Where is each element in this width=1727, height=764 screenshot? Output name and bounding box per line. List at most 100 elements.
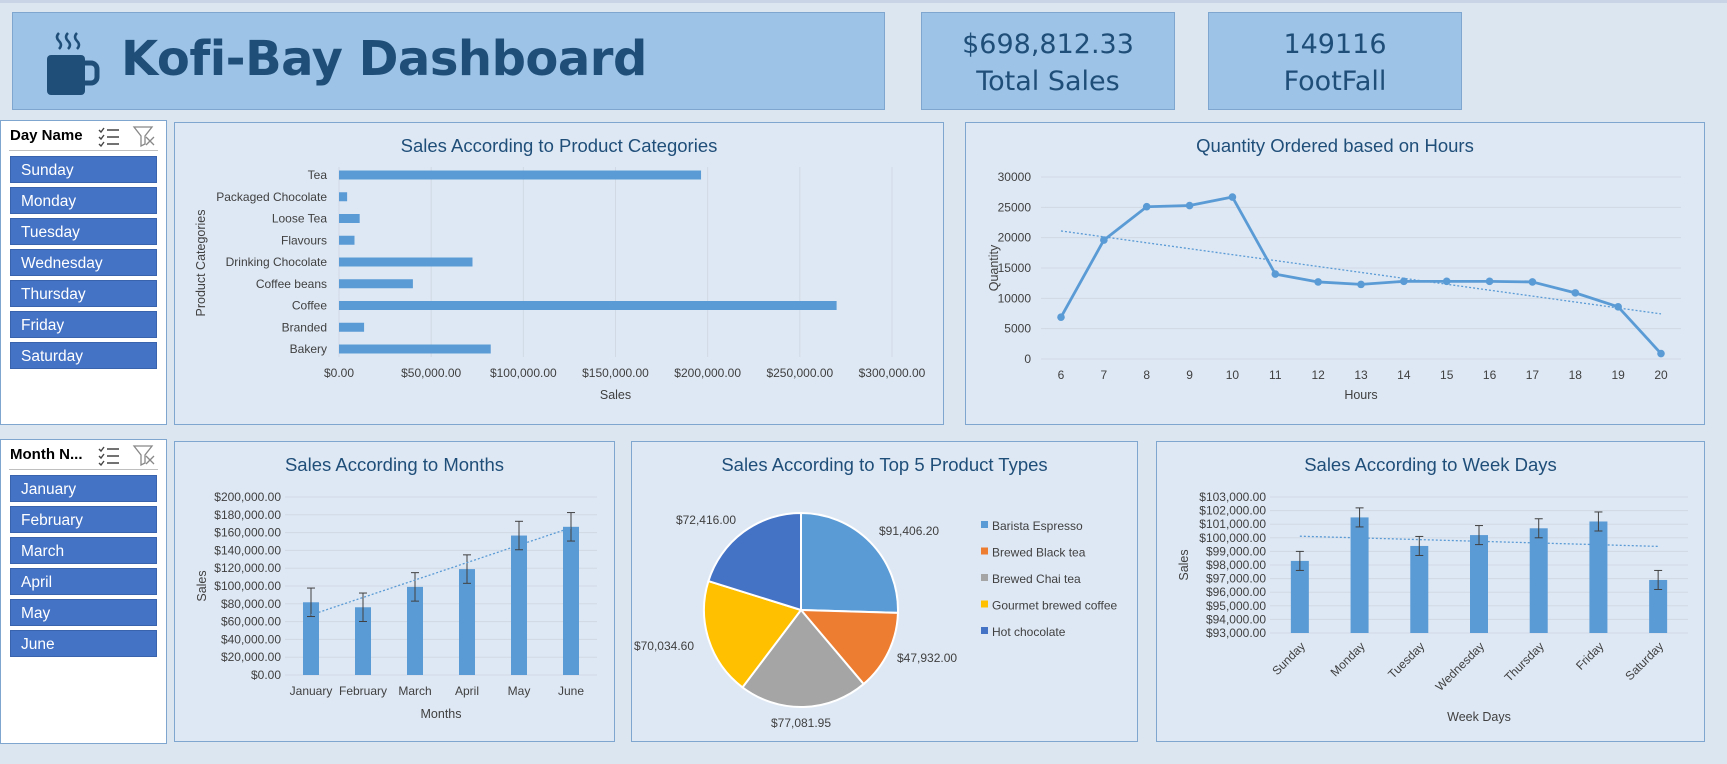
- product-categories-chart: $0.00 $50,000.00 $100,000.00 $150,000.00 $20…: [194, 167, 926, 402]
- y-tick-label: $100,000.00: [214, 579, 281, 593]
- clear-filter-icon[interactable]: [132, 444, 156, 466]
- y-tick-label: Drinking Chocolate: [226, 255, 328, 269]
- top-gridline: [0, 0, 1727, 3]
- clear-filter-icon[interactable]: [132, 125, 156, 147]
- x-axis-label: Hours: [1344, 388, 1377, 402]
- y-tick-label: $200,000.00: [214, 490, 281, 504]
- data-label: $47,932.00: [897, 651, 957, 665]
- bar-coffee-beans: [339, 279, 413, 289]
- kpi-total-sales-label: Total Sales: [976, 66, 1120, 97]
- month-slicer-divider: [9, 469, 158, 470]
- bar-thursday: [1529, 528, 1548, 633]
- x-tick-label: March: [398, 684, 431, 698]
- y-tick-label: $93,000.00: [1206, 626, 1266, 640]
- x-tick-label: 8: [1143, 368, 1150, 382]
- slicer-item-april[interactable]: April: [10, 568, 157, 595]
- bar-monday: [1350, 517, 1369, 633]
- bar-wednesday: [1470, 535, 1488, 633]
- slicer-item-january[interactable]: January: [10, 475, 157, 502]
- slicer-item-february[interactable]: February: [10, 506, 157, 533]
- x-tick-label: Sunday: [1269, 639, 1308, 678]
- slicer-item-sunday[interactable]: Sunday: [10, 156, 157, 183]
- kpi-footfall: 149116 FootFall: [1208, 12, 1462, 110]
- data-point: [1657, 349, 1665, 358]
- y-tick-label: $103,000.00: [1199, 490, 1266, 504]
- x-tick-label: 13: [1354, 368, 1368, 382]
- day-slicer-divider: [9, 150, 158, 151]
- data-label: $91,406.20: [879, 524, 939, 538]
- bar-tuesday: [1410, 545, 1429, 633]
- data-point: [1357, 280, 1365, 289]
- data-point: [1571, 289, 1580, 297]
- x-tick-label: April: [455, 684, 479, 698]
- legend-swatch: [981, 521, 988, 528]
- y-tick-label: Tea: [308, 168, 328, 182]
- slicer-item-thursday[interactable]: Thursday: [10, 280, 157, 307]
- y-tick-label: 10000: [998, 291, 1032, 305]
- y-tick-label: $120,000.00: [214, 561, 281, 575]
- y-tick-label: $97,000.00: [1206, 572, 1266, 586]
- x-tick-label: $0.00: [324, 366, 354, 380]
- kpi-footfall-value: 149116: [1283, 29, 1387, 60]
- trendline: [310, 527, 572, 616]
- bar-april: [459, 569, 475, 675]
- x-tick-label: January: [290, 684, 333, 698]
- x-tick-label: $50,000.00: [401, 366, 461, 380]
- slicer-item-friday[interactable]: Friday: [10, 311, 157, 338]
- data-point: [1057, 313, 1065, 321]
- y-tick-label: 20000: [998, 231, 1032, 245]
- y-tick-label: 0: [1024, 352, 1031, 366]
- slicer-item-may[interactable]: May: [10, 599, 157, 626]
- legend-entry: Gourmet brewed coffee: [992, 599, 1118, 613]
- bar-may: [511, 535, 527, 675]
- months-sales-chart-panel: Sales According to Months $0.00 $20,000.0…: [174, 441, 615, 742]
- bar-sunday: [1290, 560, 1309, 633]
- x-tick-label: May: [508, 684, 531, 698]
- bar-loose-tea: [339, 214, 360, 223]
- x-tick-label: February: [339, 684, 387, 698]
- weekdays-sales-chart-panel: Sales According to Week Days $93,000.00 $…: [1156, 441, 1705, 742]
- top-product-types-chart: $91,406.20 $47,932.00 $77,081.95 $70,034.60…: [634, 511, 1118, 730]
- y-tick-label: $60,000.00: [221, 615, 281, 629]
- multi-select-icon[interactable]: [97, 444, 121, 466]
- x-axis-label: Sales: [600, 388, 631, 402]
- data-point: [1142, 202, 1151, 211]
- day-slicer-title: Day Name: [10, 127, 83, 144]
- data-point: [1614, 303, 1622, 311]
- y-tick-label: $95,000.00: [1206, 599, 1266, 613]
- x-tick-label: Thursday: [1502, 639, 1547, 684]
- x-tick-label: 9: [1186, 368, 1193, 382]
- slicer-item-wednesday[interactable]: Wednesday: [10, 249, 157, 276]
- x-axis-label: Week Days: [1447, 710, 1511, 724]
- y-tick-label: $0.00: [251, 668, 281, 682]
- data-point: [1185, 201, 1194, 210]
- y-tick-label: $80,000.00: [221, 597, 281, 611]
- slicer-item-monday[interactable]: Monday: [10, 187, 157, 214]
- multi-select-icon[interactable]: [97, 125, 121, 147]
- y-tick-label: Bakery: [290, 342, 327, 356]
- x-tick-label: 12: [1311, 368, 1325, 382]
- x-tick-label: 6: [1058, 368, 1065, 382]
- x-tick-label: 7: [1101, 368, 1108, 382]
- x-tick-label: June: [558, 684, 584, 698]
- slicer-item-march[interactable]: March: [10, 537, 157, 564]
- x-tick-label: 10: [1226, 368, 1240, 382]
- bar-packaged-chocolate: [339, 192, 348, 202]
- slicer-item-saturday[interactable]: Saturday: [10, 342, 157, 369]
- y-tick-label: Packaged Chocolate: [216, 190, 327, 204]
- x-tick-label: 11: [1269, 368, 1282, 382]
- legend-entry: Hot chocolate: [992, 625, 1066, 639]
- data-label: $70,034.60: [634, 639, 694, 653]
- y-tick-label: $98,000.00: [1206, 558, 1266, 572]
- data-point: [1100, 236, 1108, 244]
- slicer-item-june[interactable]: June: [10, 630, 157, 657]
- bar-tea: [339, 170, 702, 180]
- kpi-total-sales-value: $698,812.33: [962, 29, 1134, 60]
- bar-drinking-chocolate: [339, 257, 473, 267]
- bar-friday: [1589, 521, 1608, 633]
- x-tick-label: Saturday: [1622, 639, 1666, 683]
- data-label: $72,416.00: [676, 513, 736, 527]
- day-name-slicer: Day Name Sunday Monday Tuesday Wednesday Thu…: [0, 120, 167, 425]
- data-point: [1400, 277, 1408, 286]
- slicer-item-tuesday[interactable]: Tuesday: [10, 218, 157, 245]
